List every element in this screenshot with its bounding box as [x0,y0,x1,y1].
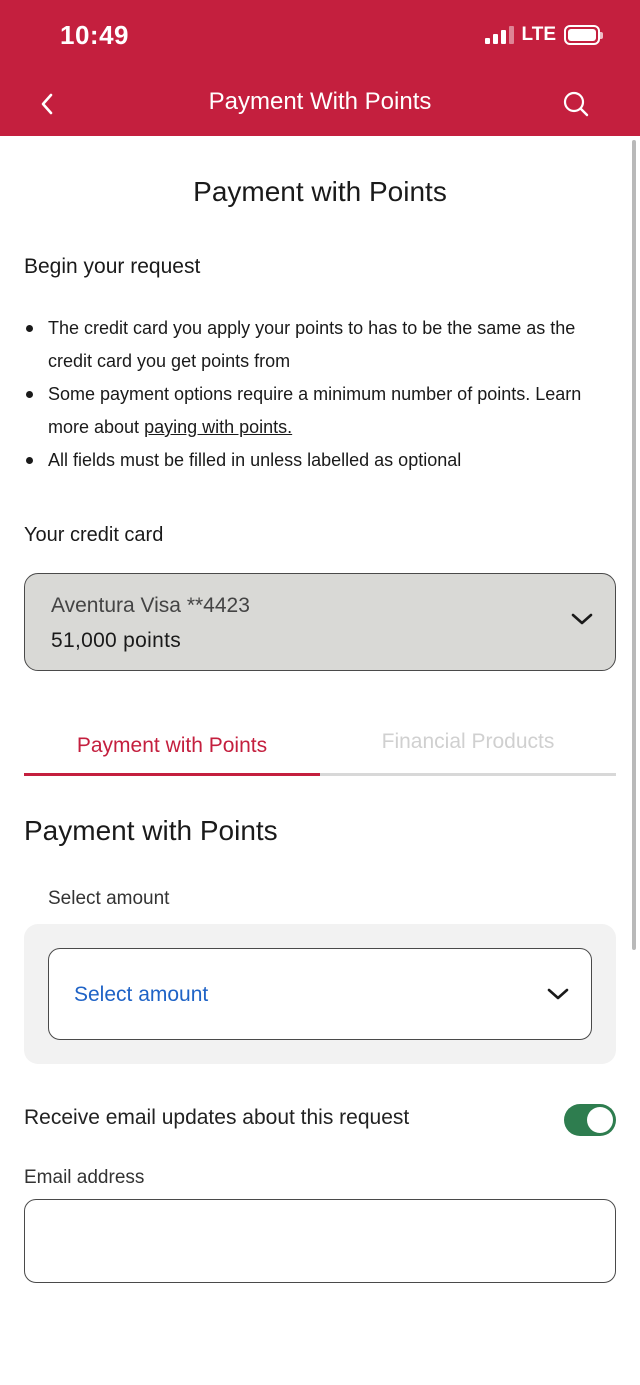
intro-heading: Begin your request [24,255,201,278]
bullet-text: Some payment options require a minimum n… [48,384,582,437]
amount-panel: Select amount [24,924,616,1064]
email-updates-label: Receive email updates about this request [24,1106,410,1129]
list-item: All fields must be filled in unless labe… [24,444,604,477]
list-item: Some payment options require a minimum n… [24,378,604,444]
credit-card-label: Your credit card [24,524,164,546]
chevron-down-icon [547,988,569,1000]
tab-active-indicator [24,773,320,776]
network-type: LTE [521,24,556,45]
credit-card-select[interactable]: Aventura Visa **4423 51,000 points [24,573,616,671]
tab-payment-with-points[interactable]: Payment with Points [24,734,320,758]
section-title: Payment with Points [24,815,278,846]
scrollbar[interactable] [632,140,636,950]
paying-with-points-link[interactable]: paying with points. [144,417,292,437]
bullet-text: All fields must be filled in unless labe… [48,450,462,470]
amount-select[interactable]: Select amount [48,948,592,1040]
tab-bar: Payment with Points Financial Products [24,720,616,776]
search-button[interactable] [558,86,594,122]
amount-label: Select amount [48,888,170,909]
info-list: The credit card you apply your points to… [24,312,604,477]
signal-icon [484,26,514,44]
nav-title: Payment With Points [208,88,432,115]
card-name: Aventura Visa **4423 [51,594,250,617]
status-time: 10:49 [60,20,129,50]
chevron-down-icon [571,613,593,625]
search-icon [563,91,589,117]
amount-placeholder: Select amount [74,983,209,1006]
email-address-label: Email address [24,1167,145,1188]
email-updates-toggle[interactable] [564,1104,616,1136]
bullet-text: The credit card you apply your points to… [48,318,576,371]
app-header: 10:49 LTE Payment With Points [0,0,640,136]
tab-financial-products[interactable]: Financial Products [320,730,616,754]
email-address-input[interactable] [24,1199,616,1283]
page-title: Payment with Points [193,176,447,207]
list-item: The credit card you apply your points to… [24,312,604,378]
card-points: 51,000 points [51,629,182,652]
status-indicators: LTE [484,24,603,46]
toggle-knob [587,1107,613,1133]
battery-icon [564,25,603,45]
